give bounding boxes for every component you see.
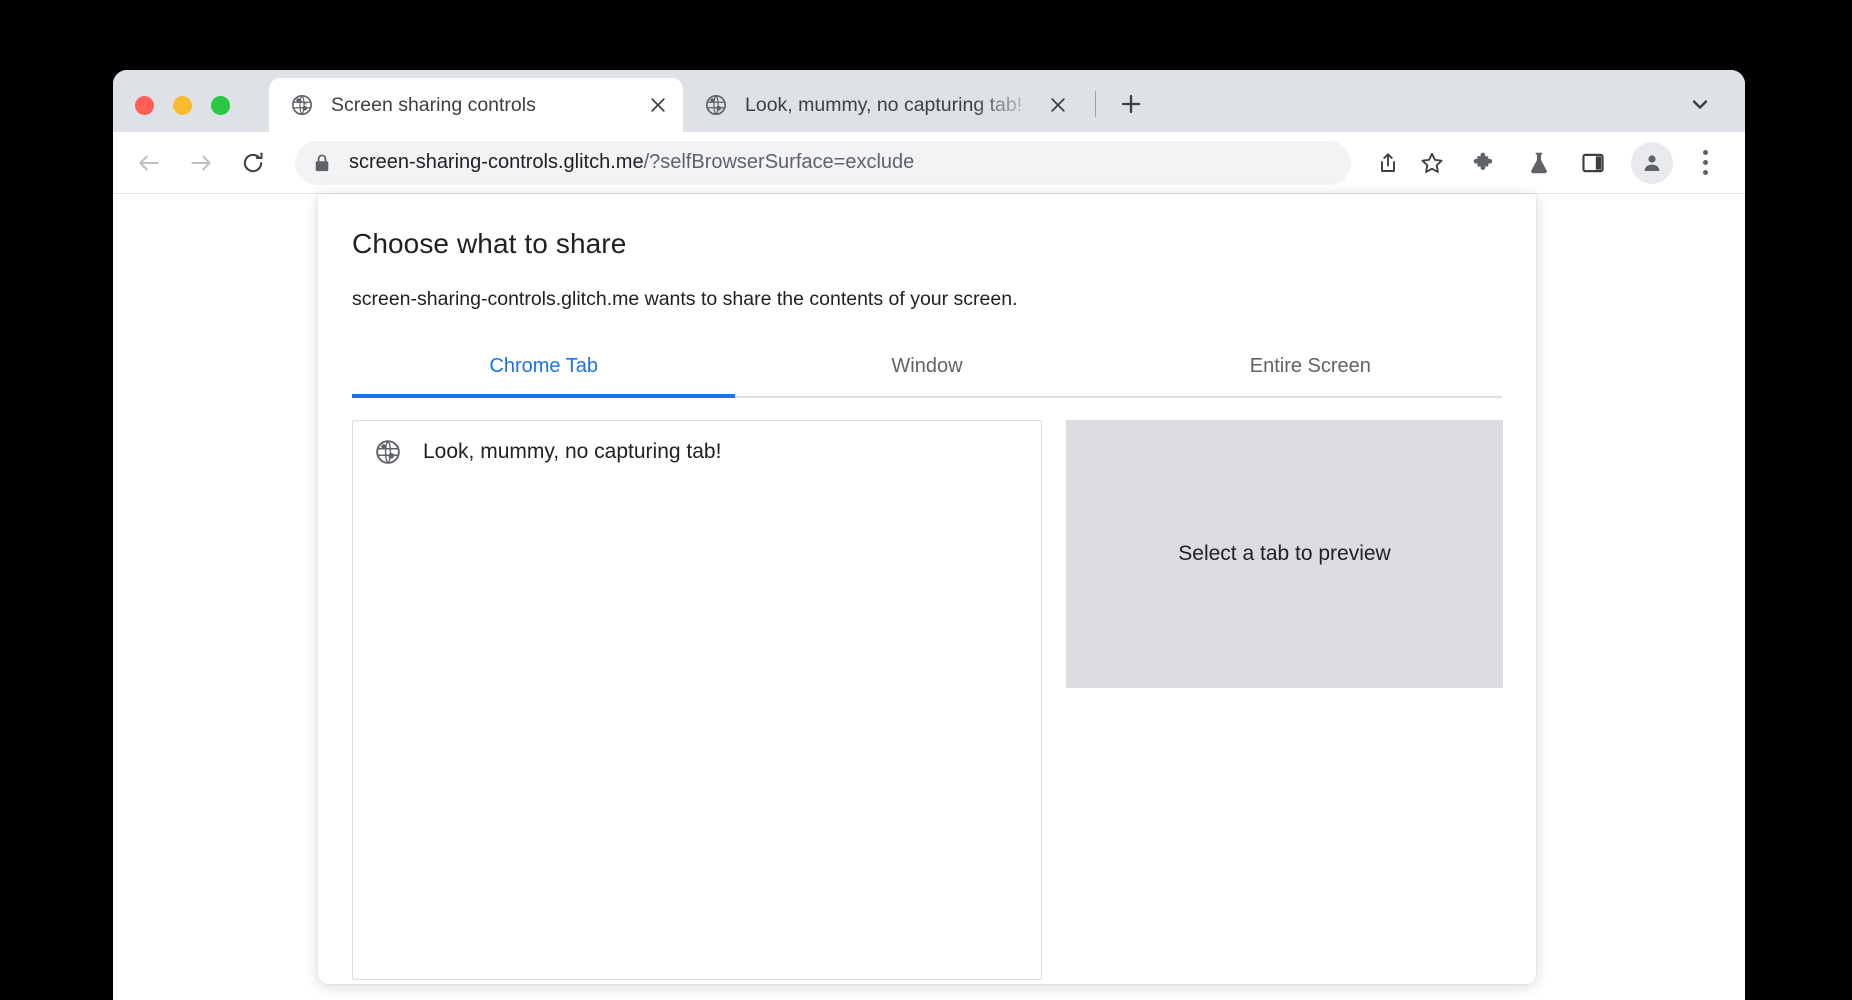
bookmark-star-icon[interactable] [1411, 142, 1453, 184]
globe-icon [705, 94, 727, 116]
globe-icon [291, 94, 313, 116]
tab-title: Screen sharing controls [331, 93, 536, 116]
dialog-body: Look, mummy, no capturing tab! Select a … [352, 420, 1503, 980]
profile-avatar[interactable] [1631, 141, 1673, 184]
dialog-title: Choose what to share [352, 228, 627, 259]
tab-title: Look, mummy, no capturing tab! [745, 93, 1023, 116]
dialog-tab-entire-screen[interactable]: Entire Screen [1119, 345, 1502, 396]
dialog-content: Choose what to share screen-sharing-cont… [318, 194, 1536, 980]
browser-toolbar: screen-sharing-controls.glitch.me/?selfB… [113, 132, 1745, 194]
browser-window: Screen sharing controls Look, mummy, no … [113, 70, 1745, 1000]
globe-icon [375, 439, 401, 465]
dialog-tab-window[interactable]: Window [735, 345, 1118, 396]
share-icon[interactable] [1367, 142, 1409, 184]
dialog-tab-chrome-tab[interactable]: Chrome Tab [352, 345, 736, 398]
screen-share-dialog: Choose what to share screen-sharing-cont… [318, 194, 1536, 984]
three-dot-menu-icon[interactable] [1685, 141, 1725, 185]
dialog-subtitle: screen-sharing-controls.glitch.me wants … [352, 288, 1018, 310]
back-button[interactable] [127, 141, 171, 185]
tab-strip: Screen sharing controls Look, mummy, no … [113, 70, 1745, 132]
browser-tab-look-mummy-no-capturing-tab[interactable]: Look, mummy, no capturing tab! [683, 78, 1083, 132]
maximize-window-button[interactable] [211, 96, 230, 115]
preview-box: Select a tab to preview [1066, 420, 1503, 688]
tab-search-chevron-down-icon[interactable] [1681, 85, 1719, 123]
side-panel-icon[interactable] [1571, 141, 1615, 185]
dialog-tab-bar: Chrome Tab Window Entire Screen [352, 345, 1502, 398]
extensions-puzzle-icon[interactable] [1463, 141, 1507, 185]
forward-button[interactable] [179, 141, 223, 185]
browser-tab-screen-sharing-controls[interactable]: Screen sharing controls [269, 78, 683, 132]
list-item[interactable]: Look, mummy, no capturing tab! [353, 421, 1041, 483]
menu-dot [1702, 150, 1708, 155]
close-icon[interactable] [1043, 90, 1073, 120]
tab-separator [1095, 91, 1096, 117]
tabs-area: Screen sharing controls Look, mummy, no … [269, 70, 1150, 132]
new-tab-button[interactable] [1112, 85, 1150, 123]
close-window-button[interactable] [135, 96, 154, 115]
minimize-window-button[interactable] [173, 96, 192, 115]
reload-button[interactable] [231, 141, 275, 185]
url-text: screen-sharing-controls.glitch.me/?selfB… [349, 151, 914, 174]
list-item-label: Look, mummy, no capturing tab! [423, 440, 722, 463]
traffic-lights [135, 96, 230, 115]
screenshot-root: Screen sharing controls Look, mummy, no … [0, 0, 1852, 1000]
preview-placeholder-text: Select a tab to preview [1178, 542, 1391, 565]
url-domain: screen-sharing-controls.glitch.me [349, 151, 644, 173]
menu-dot [1702, 160, 1708, 165]
source-list[interactable]: Look, mummy, no capturing tab! [352, 420, 1042, 980]
lock-icon [313, 153, 331, 173]
menu-dot [1702, 170, 1708, 175]
close-icon[interactable] [643, 90, 673, 120]
labs-flask-icon[interactable] [1517, 141, 1561, 185]
address-bar[interactable]: screen-sharing-controls.glitch.me/?selfB… [295, 140, 1351, 185]
preview-pane: Select a tab to preview [1066, 420, 1503, 980]
page-viewport: Choose what to share screen-sharing-cont… [113, 194, 1745, 1000]
url-path: /?selfBrowserSurface=exclude [643, 151, 915, 173]
